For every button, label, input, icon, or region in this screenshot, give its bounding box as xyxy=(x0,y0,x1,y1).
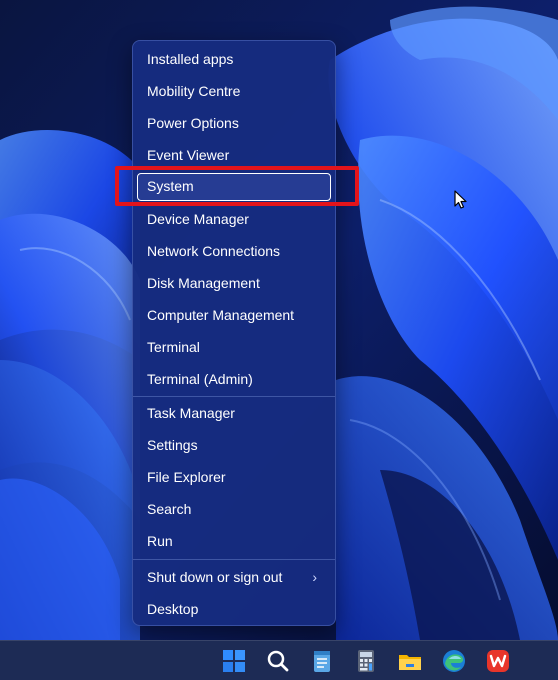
menu-item-label: Computer Management xyxy=(147,307,295,323)
menu-item-power-options[interactable]: Power Options xyxy=(137,109,331,137)
menu-item-desktop[interactable]: Desktop xyxy=(137,595,331,623)
windows-start-icon[interactable] xyxy=(220,647,248,675)
menu-item-file-explorer[interactable]: File Explorer xyxy=(137,463,331,491)
file-explorer-icon[interactable] xyxy=(396,647,424,675)
menu-item-label: Search xyxy=(147,501,192,517)
menu-separator xyxy=(133,559,335,560)
menu-item-label: Terminal (Admin) xyxy=(147,371,253,387)
highlight-annotation xyxy=(115,166,359,206)
menu-item-device-manager[interactable]: Device Manager xyxy=(137,205,331,233)
menu-item-task-manager[interactable]: Task Manager xyxy=(137,399,331,427)
menu-item-terminal-admin[interactable]: Terminal (Admin) xyxy=(137,365,331,393)
menu-item-label: Shut down or sign out xyxy=(147,569,283,585)
menu-item-label: Installed apps xyxy=(147,51,234,67)
menu-item-run[interactable]: Run xyxy=(137,527,331,555)
menu-item-label: Run xyxy=(147,533,173,549)
menu-item-mobility-centre[interactable]: Mobility Centre xyxy=(137,77,331,105)
menu-item-computer-management[interactable]: Computer Management xyxy=(137,301,331,329)
menu-item-search[interactable]: Search xyxy=(137,495,331,523)
menu-item-label: Network Connections xyxy=(147,243,281,259)
search-icon[interactable] xyxy=(264,647,292,675)
menu-item-label: Settings xyxy=(147,437,198,453)
menu-separator xyxy=(133,396,335,397)
mouse-cursor-icon xyxy=(454,190,468,215)
menu-item-shut-down-or-sign-out[interactable]: Shut down or sign out › xyxy=(137,563,331,591)
menu-item-label: Event Viewer xyxy=(147,147,230,163)
calculator-icon[interactable] xyxy=(352,647,380,675)
wps-office-icon[interactable] xyxy=(484,647,512,675)
menu-item-disk-management[interactable]: Disk Management xyxy=(137,269,331,297)
quick-link-context-menu: Installed apps Mobility Centre Power Optio… xyxy=(132,40,336,626)
menu-item-label: Task Manager xyxy=(147,405,235,421)
taskbar xyxy=(0,640,558,680)
edge-browser-icon[interactable] xyxy=(440,647,468,675)
menu-item-label: Power Options xyxy=(147,115,239,131)
menu-item-label: Terminal xyxy=(147,339,200,355)
menu-item-label: Disk Management xyxy=(147,275,260,291)
notepad-icon[interactable] xyxy=(308,647,336,675)
menu-item-label: Mobility Centre xyxy=(147,83,241,99)
menu-item-network-connections[interactable]: Network Connections xyxy=(137,237,331,265)
menu-item-label: File Explorer xyxy=(147,469,226,485)
menu-item-terminal[interactable]: Terminal xyxy=(137,333,331,361)
menu-item-settings[interactable]: Settings xyxy=(137,431,331,459)
menu-item-label: Desktop xyxy=(147,601,199,617)
menu-item-installed-apps[interactable]: Installed apps xyxy=(137,45,331,73)
chevron-right-icon: › xyxy=(312,569,317,585)
menu-item-event-viewer[interactable]: Event Viewer xyxy=(137,141,331,169)
menu-item-label: Device Manager xyxy=(147,211,249,227)
